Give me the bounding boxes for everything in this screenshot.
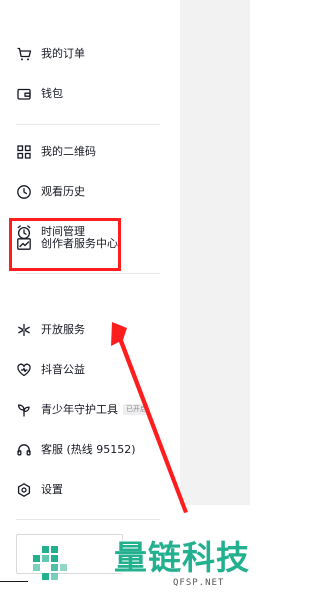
menu-item-youth-guard[interactable]: 青少年守护工具 已开启 — [0, 394, 160, 426]
menu-item-label: 抖音公益 — [41, 363, 85, 376]
cart-icon — [16, 46, 32, 62]
menu-item-wallet[interactable]: 钱包 — [0, 78, 160, 110]
headset-icon — [16, 442, 32, 458]
divider — [16, 124, 160, 125]
menu-item-label: 客服 (热线 95152) — [41, 443, 136, 456]
divider — [0, 581, 28, 582]
sprout-icon — [16, 402, 32, 418]
menu-item-label: 青少年守护工具 已开启 — [41, 402, 150, 418]
menu-item-label: 开放服务 — [41, 323, 85, 336]
menu-item-my-qr-code[interactable]: 我的二维码 — [0, 136, 160, 168]
menu-item-label: 设置 — [41, 483, 63, 496]
heart-icon — [16, 362, 32, 378]
menu-item-label: 我的订单 — [41, 47, 85, 60]
menu-item-douyin-charity[interactable]: 抖音公益 — [0, 354, 160, 386]
youth-guard-text: 青少年守护工具 — [41, 403, 118, 416]
menu-item-customer-service[interactable]: 客服 (热线 95152) — [0, 434, 160, 466]
menu-item-label: 钱包 — [41, 87, 63, 100]
menu-item-open-services[interactable]: 开放服务 — [0, 314, 160, 346]
menu-item-watch-history[interactable]: 观看历史 — [0, 176, 160, 208]
dimmed-backdrop[interactable] — [180, 0, 250, 505]
watermark: 量链科技 QFSP.NET — [26, 534, 250, 595]
divider — [16, 519, 160, 520]
wallet-icon — [16, 86, 32, 102]
divider — [16, 273, 160, 274]
qr-code-icon — [16, 144, 32, 160]
annotation-highlight-box — [9, 218, 121, 271]
asterisk-icon — [16, 322, 32, 338]
menu-item-settings[interactable]: 设置 — [0, 474, 160, 506]
menu-item-label: 观看历史 — [41, 185, 85, 198]
menu-item-my-orders[interactable]: 我的订单 — [0, 38, 160, 70]
menu-item-label: 我的二维码 — [41, 145, 96, 158]
watermark-logo-icon — [33, 546, 67, 580]
clock-icon — [16, 184, 32, 200]
watermark-title: 量链科技 — [114, 538, 250, 577]
gear-icon — [16, 482, 32, 498]
side-drawer: 我的订单 钱包 我的二维码 观看历史 时间管理 创作者服务中心 开放服务 抖音公… — [0, 0, 180, 595]
status-badge: 已开启 — [123, 404, 150, 415]
watermark-subtitle: QFSP.NET — [173, 578, 225, 588]
